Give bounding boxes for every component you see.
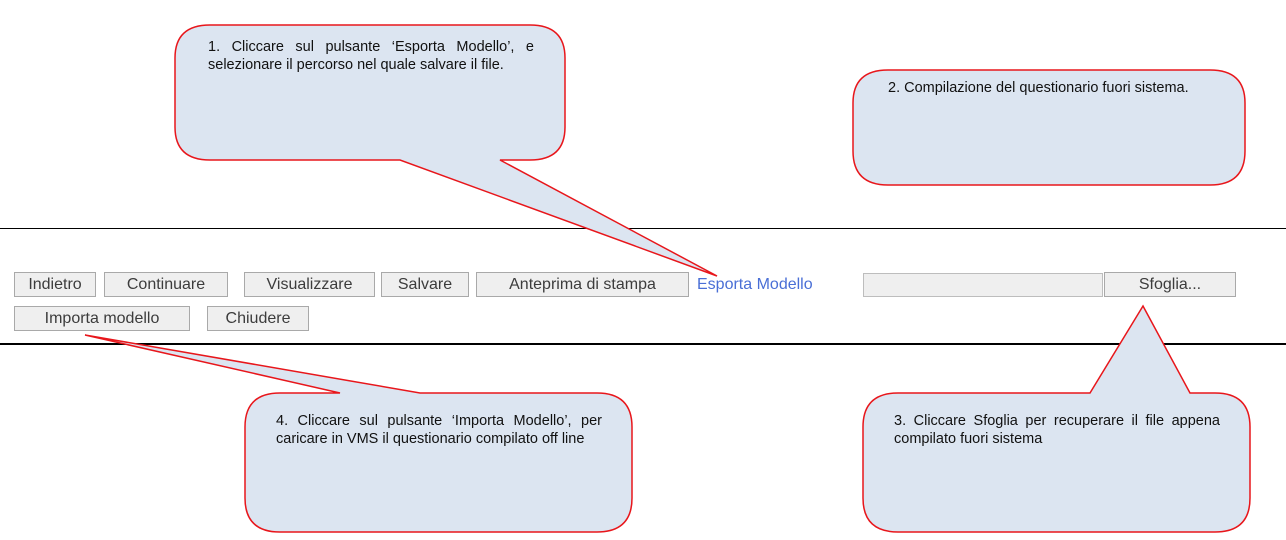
callout-2-text: 2. Compilazione del questionario fuori s… [888,80,1189,96]
callout-4-text: 4. Cliccare sul pulsante ‘Importa Modell… [276,413,602,447]
callout-1-text: 1. Cliccare sul pulsante ‘Esporta Modell… [208,39,534,73]
callout-3-text: 3. Cliccare Sfoglia per recuperare il fi… [894,413,1220,447]
